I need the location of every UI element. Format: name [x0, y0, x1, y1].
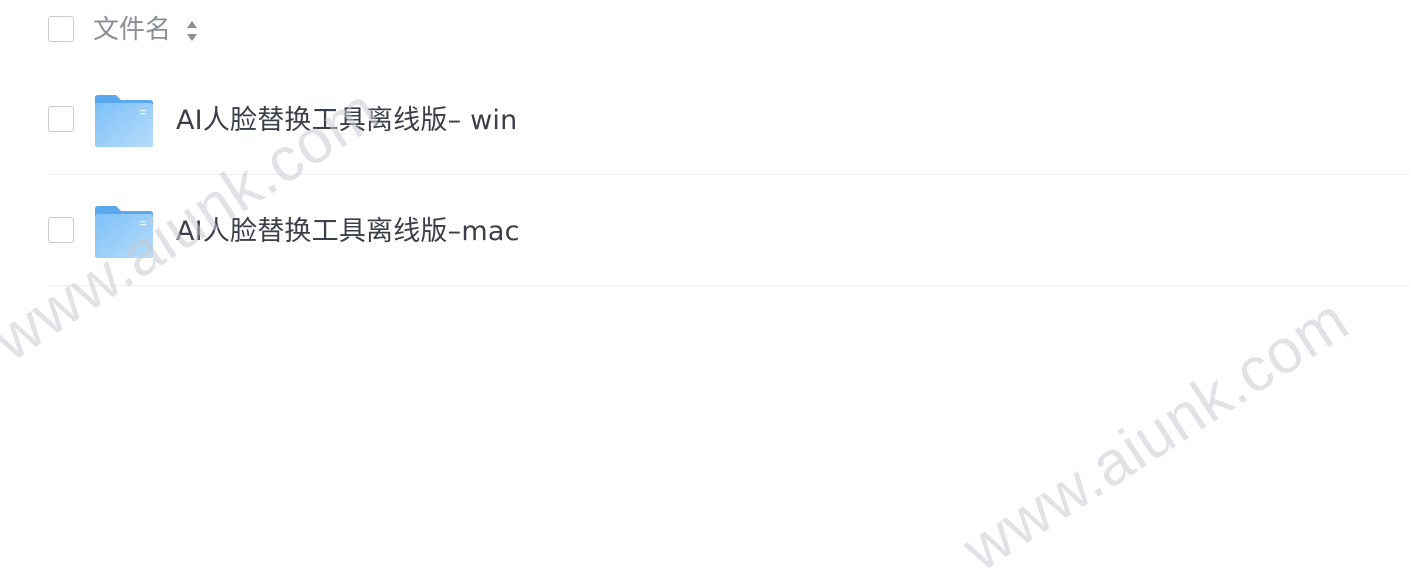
select-all-checkbox[interactable]	[48, 16, 74, 42]
file-row[interactable]: AI人脸替换工具离线版–mac	[0, 175, 1410, 286]
row-checkbox[interactable]	[48, 106, 74, 132]
file-name[interactable]: AI人脸替换工具离线版–mac	[176, 214, 520, 250]
file-row[interactable]: AI人脸替换工具离线版– win	[0, 64, 1410, 175]
watermark: www.aiunk.com	[951, 284, 1361, 585]
row-divider	[48, 285, 1410, 286]
row-checkbox[interactable]	[48, 217, 74, 243]
file-name[interactable]: AI人脸替换工具离线版– win	[176, 103, 517, 139]
folder-icon	[95, 206, 153, 258]
sort-arrows-icon[interactable]	[184, 18, 200, 44]
file-list-header: 文件名	[0, 0, 1410, 60]
file-list: AI人脸替换工具离线版– win AI人脸替换工具离线版–mac	[0, 64, 1410, 286]
folder-icon	[95, 95, 153, 147]
filename-column-header[interactable]: 文件名	[93, 13, 171, 47]
